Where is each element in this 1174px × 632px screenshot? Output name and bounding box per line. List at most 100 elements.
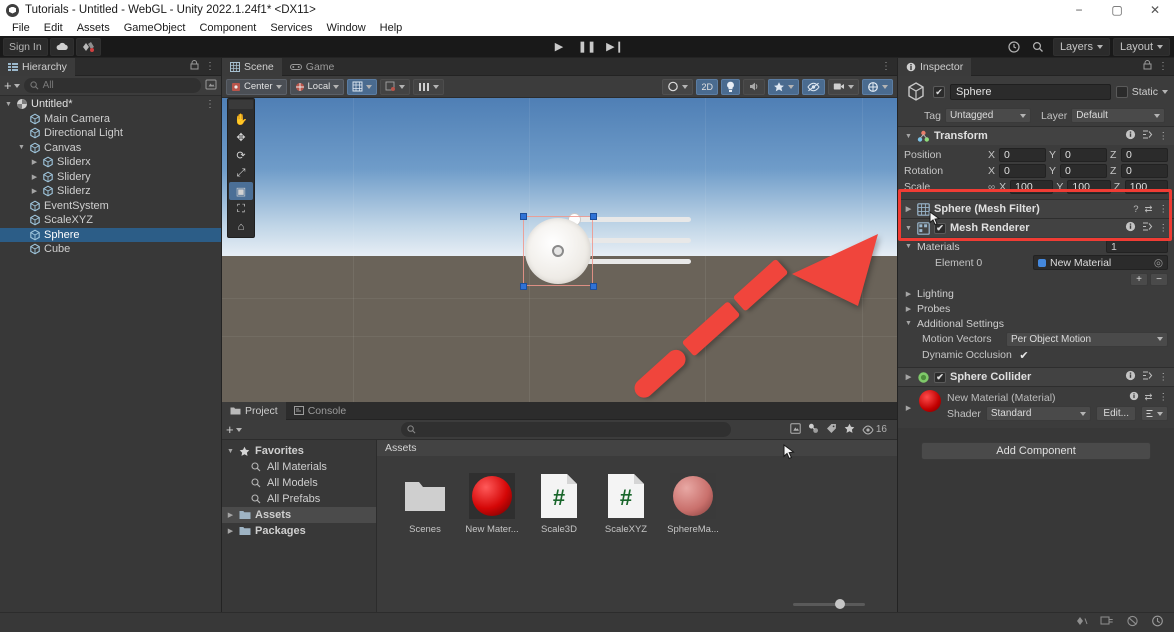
chevron-down-icon[interactable]: ▼ (904, 133, 913, 140)
help-icon[interactable] (1129, 391, 1139, 404)
remove-material-button[interactable]: − (1150, 273, 1168, 286)
transform-position-x-input[interactable]: 0 (999, 148, 1046, 162)
static-checkbox[interactable] (1115, 86, 1128, 98)
tag-dropdown[interactable]: Untagged (944, 108, 1031, 123)
asset-item[interactable]: # ScaleXYZ (598, 472, 654, 535)
project-tree-item-packages[interactable]: ▶ Packages (222, 523, 376, 539)
packages-filter-icon[interactable] (790, 422, 801, 437)
chevron-down-icon[interactable]: ▼ (904, 225, 913, 232)
add-material-button[interactable]: + (1130, 273, 1148, 286)
layers-dropdown[interactable]: Layers (1052, 37, 1110, 56)
preset-icon[interactable] (1142, 129, 1153, 143)
hierarchy-item-sphere[interactable]: ▶Sphere (0, 227, 221, 242)
resize-handle-tr[interactable] (590, 213, 597, 220)
chevron-down-icon[interactable]: ▼ (904, 320, 913, 327)
tab-scene[interactable]: Scene (222, 57, 282, 76)
chevron-right-icon[interactable]: ▶ (904, 305, 913, 313)
scene-camera-dropdown[interactable] (828, 78, 859, 95)
play-button[interactable]: ▶ (546, 38, 572, 56)
layout-dropdown[interactable]: Layout (1112, 37, 1170, 56)
kebab-menu-icon[interactable]: ⋮ (1159, 372, 1169, 383)
asset-zoom-handle[interactable] (835, 598, 845, 609)
chevron-down-icon[interactable]: ▼ (4, 101, 13, 108)
project-tree-item-all-prefabs[interactable]: ▶All Prefabs (222, 491, 376, 507)
collab-icon[interactable] (75, 37, 101, 56)
chevron-right-icon[interactable]: ▶ (904, 290, 913, 298)
transform-position-y-input[interactable]: 0 (1060, 148, 1107, 162)
asset-item[interactable]: SphereMa... (665, 472, 721, 535)
transform-header[interactable]: ▼ Transform ⋮ (898, 127, 1174, 145)
asset-item[interactable]: # Scale3D (531, 472, 587, 535)
scale-link-icon[interactable]: ∞ (988, 182, 995, 193)
object-name-input[interactable]: Sphere (950, 84, 1111, 100)
snap-increment-button[interactable] (380, 78, 411, 95)
tab-project[interactable]: Project (222, 401, 286, 420)
probes-foldout[interactable]: ▶ Probes (904, 301, 1168, 316)
menu-file[interactable]: File (5, 20, 37, 36)
preset-icon[interactable] (1142, 370, 1153, 384)
transform-tool-icon[interactable]: ⛶ (229, 200, 253, 218)
create-gameobject-button[interactable]: + (4, 78, 20, 93)
scale-tool-icon[interactable]: ⤢ (229, 164, 253, 182)
project-search-input[interactable] (400, 422, 731, 437)
grid-snapping-button[interactable] (347, 78, 378, 95)
menu-window[interactable]: Window (320, 20, 373, 36)
asset-item[interactable]: Scenes (397, 472, 453, 535)
preset-icon[interactable]: ⇄ (1145, 392, 1153, 403)
hand-tool-icon[interactable]: ✋ (229, 110, 253, 128)
minimize-button[interactable]: − (1060, 0, 1098, 20)
shader-edit-button[interactable]: Edit... (1096, 406, 1136, 421)
transform-scale-z-input[interactable]: 100 (1124, 180, 1168, 194)
gizmos-dropdown[interactable] (862, 78, 893, 95)
cloud-status-icon[interactable] (1100, 615, 1114, 630)
chevron-right-icon[interactable]: ▶ (904, 404, 913, 412)
resize-handle-bl[interactable] (520, 283, 527, 290)
label-filter-icon[interactable] (826, 423, 837, 437)
layer-dropdown[interactable]: Default (1071, 108, 1166, 123)
kebab-menu-icon[interactable]: ⋮ (1159, 131, 1169, 142)
resize-handle-br[interactable] (590, 283, 597, 290)
menu-assets[interactable]: Assets (70, 20, 117, 36)
project-create-button[interactable]: + (226, 422, 242, 437)
chevron-right-icon[interactable]: ▶ (226, 511, 235, 519)
transform-rotation-z-input[interactable]: 0 (1121, 164, 1168, 178)
dynamic-occlusion-checkbox[interactable]: ✔ (1018, 349, 1030, 362)
lock-icon[interactable] (190, 60, 199, 73)
hierarchy-item-canvas[interactable]: ▼ Canvas (0, 141, 221, 156)
scene-lighting-button[interactable] (721, 78, 740, 95)
element-object-field[interactable]: New Material ◎ (1033, 255, 1168, 270)
account-icon[interactable] (1003, 38, 1025, 56)
menu-help[interactable]: Help (373, 20, 410, 36)
custom-tool-icon[interactable]: ⌂ (229, 218, 253, 236)
materials-foldout[interactable]: ▼ Materials 1 (904, 239, 1168, 254)
rect-tool-icon[interactable]: ▣ (229, 182, 253, 200)
chevron-right-icon[interactable]: ▶ (30, 187, 39, 195)
material-preset-dropdown[interactable] (1141, 406, 1168, 421)
menu-services[interactable]: Services (263, 20, 319, 36)
object-picker-icon[interactable]: ◎ (1154, 257, 1163, 269)
chevron-down-icon[interactable]: ▼ (904, 243, 913, 250)
step-button[interactable]: ▶❙ (602, 38, 628, 56)
chevron-right-icon[interactable]: ▶ (30, 158, 39, 166)
add-component-button[interactable]: Add Component (921, 442, 1151, 460)
hierarchy-item-sliderx[interactable]: ▶ Sliderx (0, 155, 221, 170)
motion-vectors-dropdown[interactable]: Per Object Motion (1006, 331, 1168, 347)
kebab-menu-icon[interactable]: ⋮ (205, 99, 221, 110)
preset-icon[interactable]: ⇄ (1145, 204, 1153, 215)
help-icon[interactable] (1125, 370, 1136, 384)
static-toggle[interactable]: Static (1115, 86, 1168, 98)
tab-console[interactable]: Console (286, 402, 355, 420)
view-layout-button[interactable] (413, 78, 445, 95)
maximize-button[interactable]: ▢ (1098, 0, 1136, 20)
progress-icon[interactable] (1151, 615, 1164, 630)
sign-in-button[interactable]: Sign In (3, 37, 48, 56)
resize-handle-tl[interactable] (520, 213, 527, 220)
tab-inspector[interactable]: Inspector (898, 57, 972, 76)
kebab-menu-icon[interactable]: ⋮ (1158, 61, 1168, 72)
shading-mode-dropdown[interactable] (662, 78, 694, 95)
project-tree-item-all-models[interactable]: ▶All Models (222, 475, 376, 491)
favorite-icon[interactable] (844, 423, 855, 437)
menu-component[interactable]: Component (192, 20, 263, 36)
scene-fx-dropdown[interactable] (768, 78, 799, 95)
lighting-foldout[interactable]: ▶ Lighting (904, 286, 1168, 301)
